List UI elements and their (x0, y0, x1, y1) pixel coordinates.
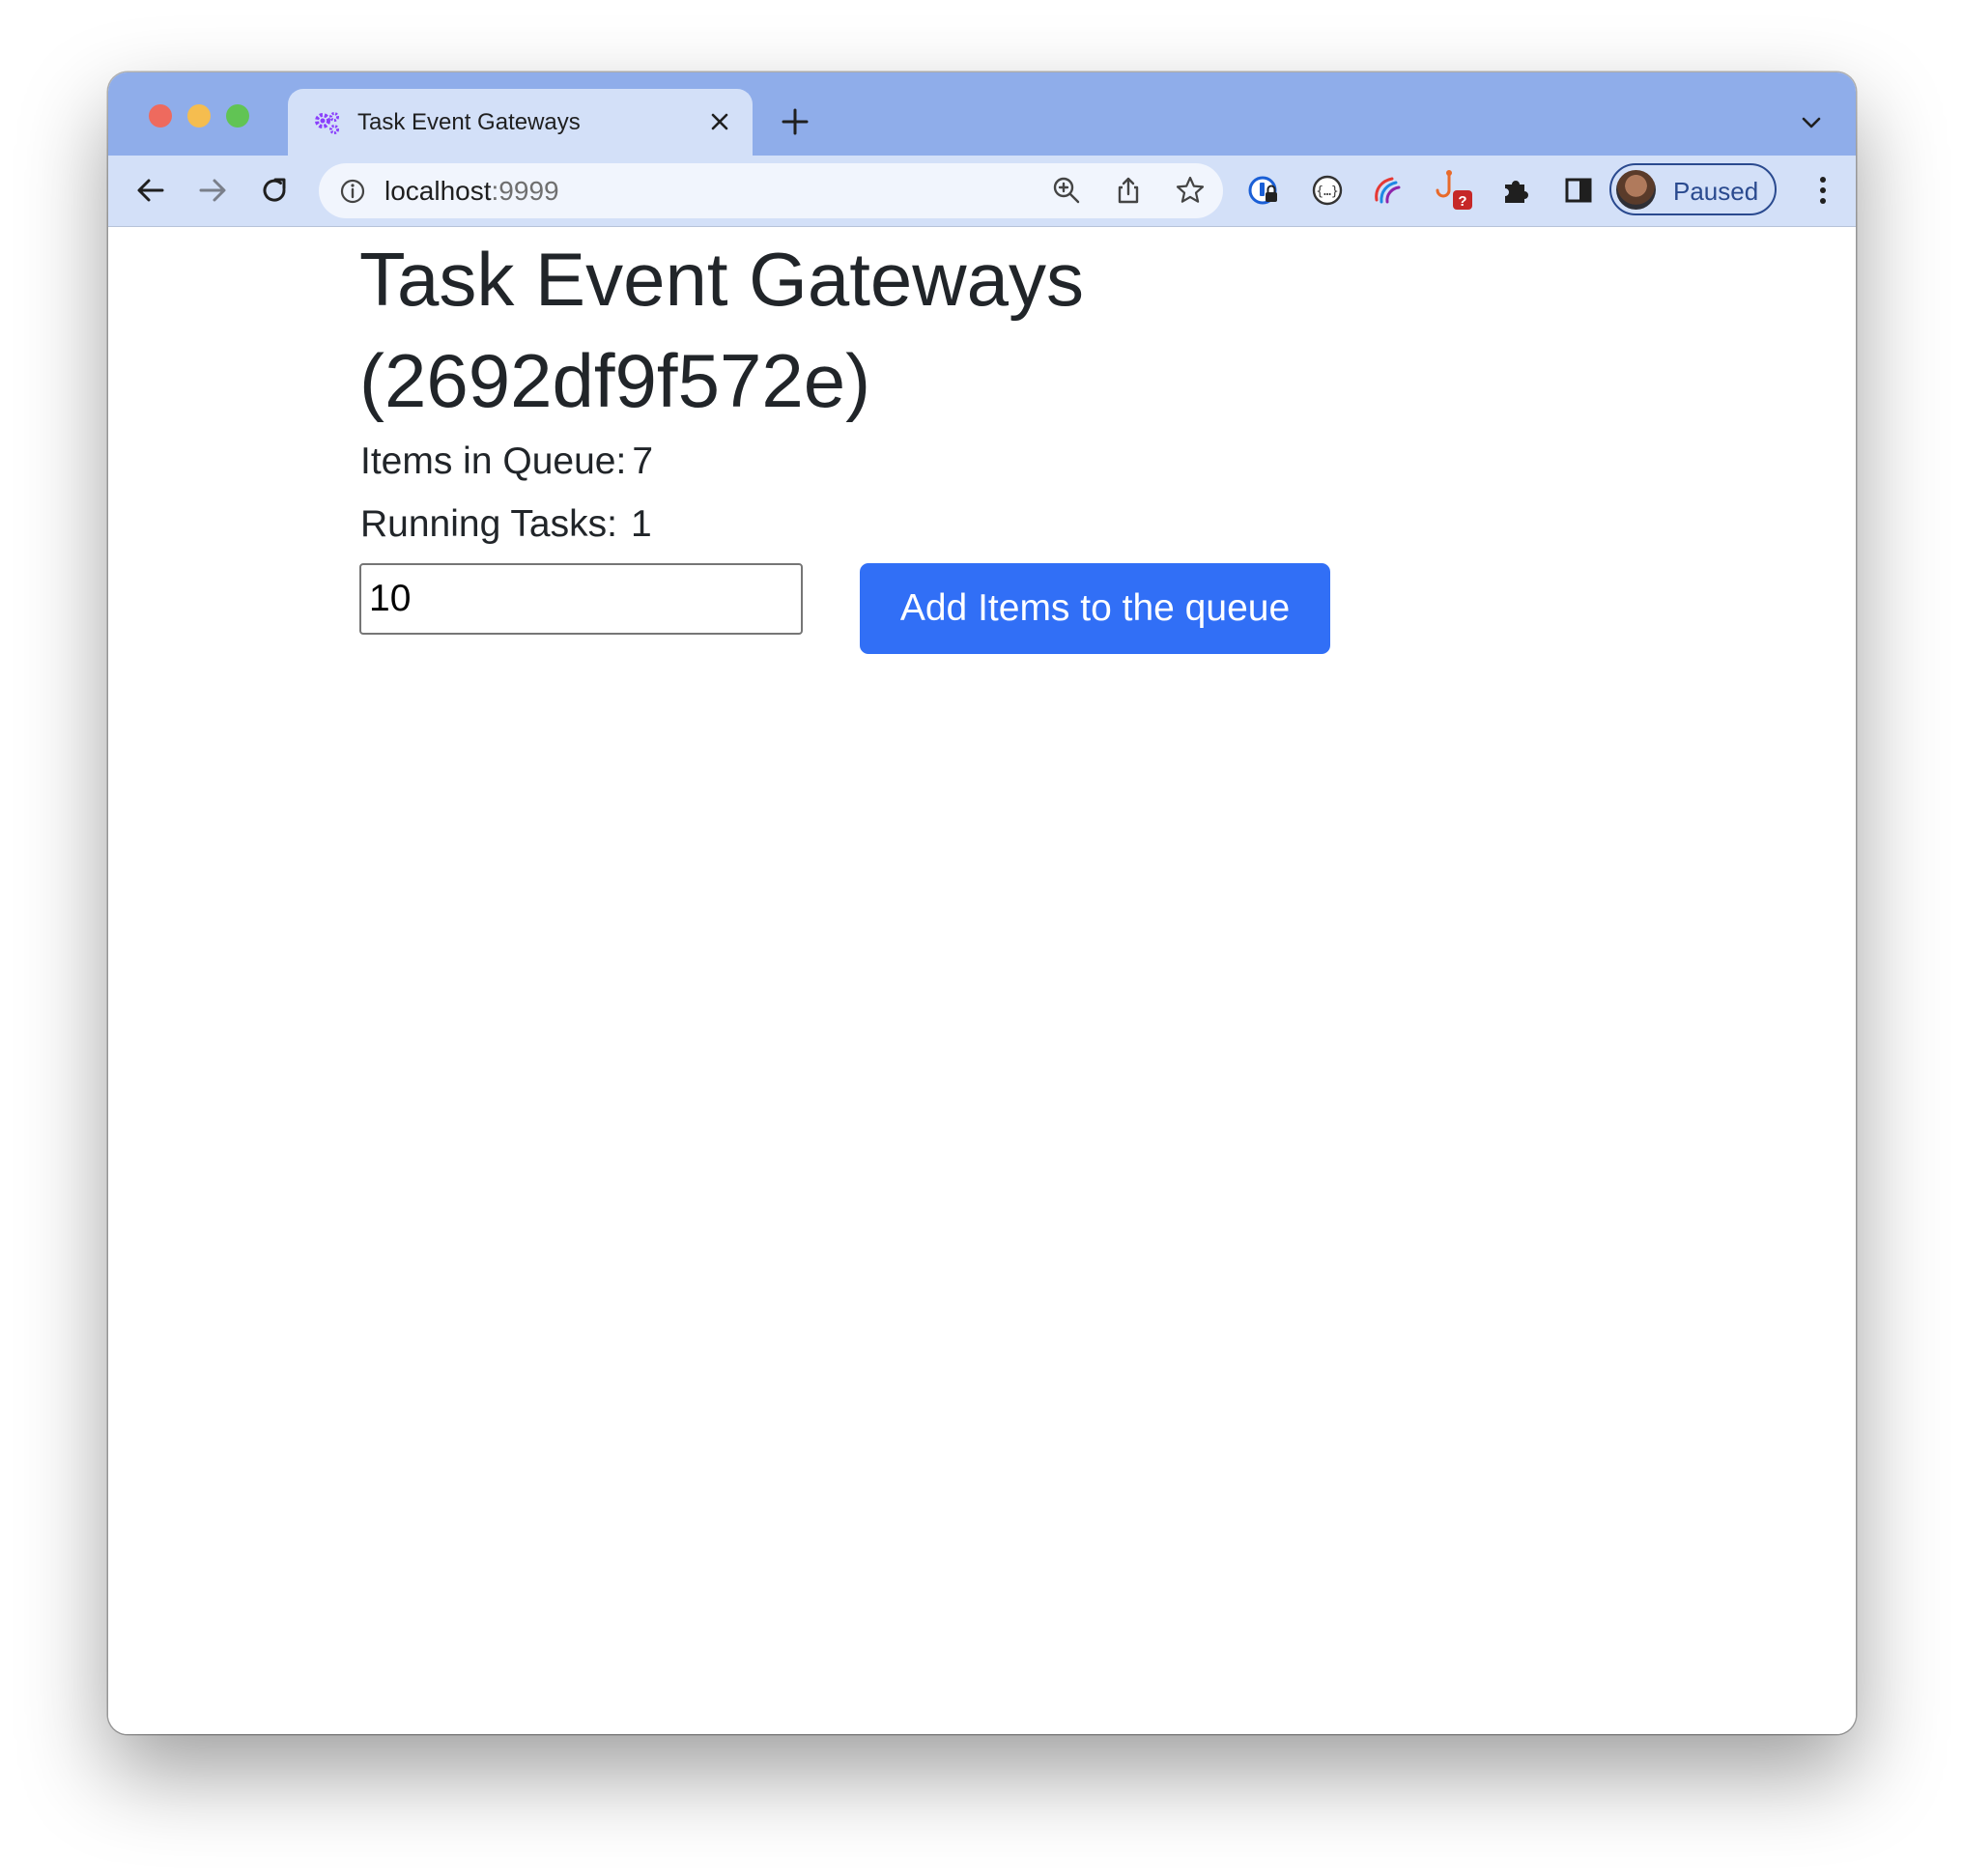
running-tasks-stat: Running Tasks: 1 (360, 502, 652, 547)
share-icon[interactable] (1113, 175, 1144, 206)
back-arrow-icon[interactable] (133, 173, 168, 208)
tab-active[interactable]: Task Event Gateways (288, 89, 753, 156)
profile-status-label: Paused (1673, 177, 1759, 206)
close-window-button[interactable] (149, 104, 172, 128)
password-manager-extension-icon[interactable] (1246, 173, 1281, 208)
forward-arrow-icon[interactable] (195, 173, 230, 208)
web-hooks-extension-icon[interactable]: ? (1434, 169, 1474, 212)
zoom-icon[interactable] (1051, 175, 1082, 206)
bookmark-star-icon[interactable] (1175, 175, 1206, 206)
browser-window: Task Event Gateways localhost:9999 {…} ?… (108, 72, 1856, 1734)
more-menu-icon[interactable] (1813, 173, 1833, 208)
color-picker-extension-icon[interactable] (1369, 173, 1404, 208)
json-viewer-extension-icon[interactable]: {…} (1310, 173, 1345, 208)
running-tasks-value: 1 (630, 503, 652, 545)
quantity-input[interactable] (359, 563, 803, 635)
url-port: :9999 (491, 176, 559, 206)
url-host: localhost (384, 176, 492, 206)
reload-icon[interactable] (257, 173, 292, 208)
address-bar[interactable]: localhost:9999 (319, 163, 1223, 218)
add-items-button[interactable]: Add Items to the queue (860, 563, 1330, 654)
avatar (1616, 170, 1656, 210)
new-tab-icon[interactable] (779, 105, 811, 138)
tab-strip: Task Event Gateways (108, 72, 1856, 156)
gears-icon (315, 112, 339, 134)
info-icon[interactable] (338, 177, 367, 206)
page-title: Task Event Gateways (2692df9f572e) (359, 237, 1084, 423)
items-in-queue-value: 7 (632, 441, 654, 482)
profile-button[interactable]: Paused (1609, 163, 1777, 215)
chevron-down-icon[interactable] (1800, 111, 1823, 134)
extensions-puzzle-icon[interactable] (1499, 173, 1534, 208)
items-in-queue-stat: Items in Queue: 7 (360, 440, 653, 484)
url-text: localhost:9999 (384, 176, 559, 207)
browser-toolbar: localhost:9999 {…} ? Paused (108, 156, 1856, 227)
items-in-queue-label: Items in Queue: (360, 441, 627, 482)
maximize-window-button[interactable] (226, 104, 249, 128)
close-tab-icon[interactable] (704, 106, 735, 137)
svg-text:{…}: {…} (1316, 185, 1338, 199)
minimize-window-button[interactable] (187, 104, 211, 128)
tab-title: Task Event Gateways (357, 109, 581, 135)
svg-text:?: ? (1458, 193, 1466, 210)
page-content: Task Event Gateways (2692df9f572e) Items… (108, 227, 1856, 1734)
side-panel-icon[interactable] (1561, 173, 1596, 208)
running-tasks-label: Running Tasks: (360, 503, 617, 545)
